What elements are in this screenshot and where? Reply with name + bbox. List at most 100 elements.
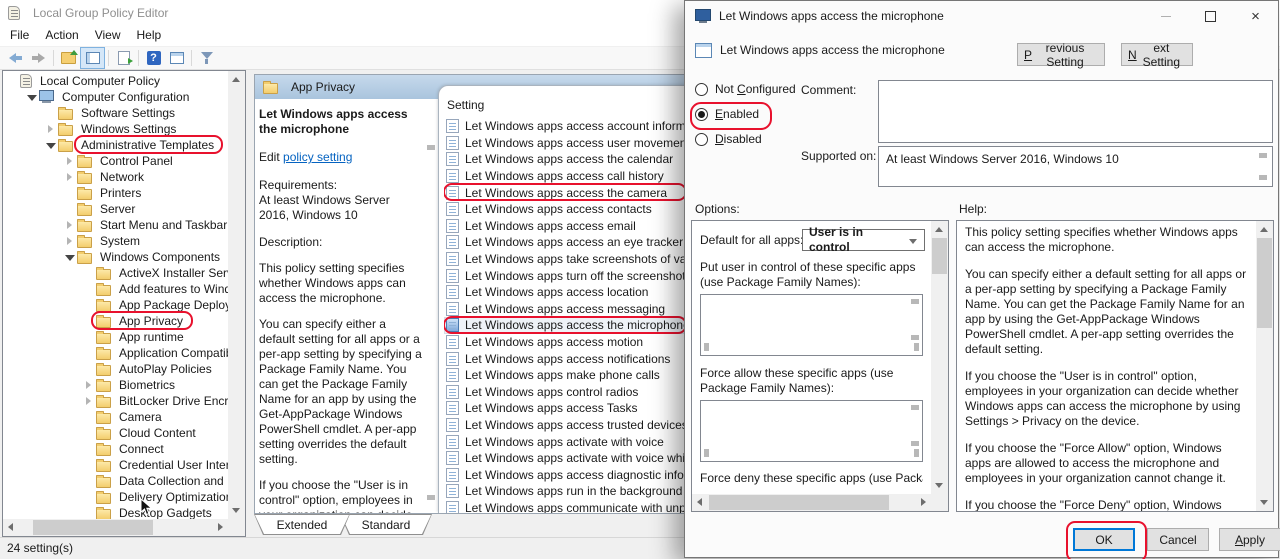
tree-item-app-privacy[interactable]: App Privacy	[3, 313, 228, 329]
setting-item-let-windows-apps-access-an-eye-tracker-device[interactable]: Let Windows apps access an eye tracker d…	[444, 234, 689, 251]
menu-action[interactable]: Action	[37, 25, 86, 46]
tree-item-printers[interactable]: Printers	[3, 185, 228, 201]
chevron-collapsed-icon[interactable]	[64, 217, 75, 233]
scroll-down-icon[interactable]	[232, 508, 240, 513]
setting-item-let-windows-apps-access-trusted-devices[interactable]: Let Windows apps access trusted devices	[444, 417, 689, 434]
tree-item-system[interactable]: System	[3, 233, 228, 249]
scroll-down-icon[interactable]	[427, 495, 435, 500]
tree-item-local-computer-policy[interactable]: Local Computer Policy	[3, 73, 228, 89]
maximize-button[interactable]	[1188, 1, 1233, 31]
put-user-in-control-listbox[interactable]	[700, 294, 923, 356]
chevron-collapsed-icon[interactable]	[45, 121, 56, 137]
scroll-right-icon[interactable]	[921, 498, 926, 506]
tree-item-app-runtime[interactable]: App runtime	[3, 329, 228, 345]
new-window-icon[interactable]	[165, 48, 188, 68]
chevron-expanded-icon[interactable]	[45, 137, 56, 153]
tree-item-server[interactable]: Server	[3, 201, 228, 217]
help-vertical-scrollbar[interactable]	[1256, 221, 1273, 511]
tree-item-biometrics[interactable]: Biometrics	[3, 377, 228, 393]
setting-item-let-windows-apps-take-screenshots-of-various-wi[interactable]: Let Windows apps take screenshots of var…	[444, 251, 689, 268]
tree-item-app-package-deployment[interactable]: App Package Deployment	[3, 297, 228, 313]
tree-item-cloud-content[interactable]: Cloud Content	[3, 425, 228, 441]
settings-column-header[interactable]: Setting	[447, 98, 484, 112]
options-vertical-scrollbar[interactable]	[931, 221, 948, 494]
setting-item-let-windows-apps-turn-off-the-screenshot-border[interactable]: Let Windows apps turn off the screenshot…	[444, 267, 689, 284]
setting-item-let-windows-apps-run-in-the-background[interactable]: Let Windows apps run in the background	[444, 483, 689, 500]
setting-item-let-windows-apps-make-phone-calls[interactable]: Let Windows apps make phone calls	[444, 367, 689, 384]
setting-item-let-windows-apps-access-call-history[interactable]: Let Windows apps access call history	[444, 168, 689, 185]
radio-disabled[interactable]: Disabled	[695, 131, 796, 147]
tree-horizontal-scrollbar[interactable]	[3, 519, 228, 536]
tree-item-camera[interactable]: Camera	[3, 409, 228, 425]
tree-item-activex-installer-service[interactable]: ActiveX Installer Service	[3, 265, 228, 281]
tree-vertical-scrollbar[interactable]	[228, 71, 245, 519]
chevron-collapsed-icon[interactable]	[64, 169, 75, 185]
tab-standard[interactable]: Standard	[340, 514, 432, 535]
chevron-expanded-icon[interactable]	[26, 89, 37, 105]
setting-item-let-windows-apps-access-the-camera[interactable]: Let Windows apps access the camera	[444, 184, 689, 201]
next-setting-button[interactable]: Next Setting	[1121, 43, 1193, 66]
tree-item-windows-settings[interactable]: Windows Settings	[3, 121, 228, 137]
scroll-up-icon[interactable]	[1260, 227, 1268, 232]
tree-item-delivery-optimization[interactable]: Delivery Optimization	[3, 489, 228, 505]
scrollbar-thumb[interactable]	[709, 495, 889, 510]
back-icon[interactable]	[4, 48, 27, 68]
scroll-down-icon[interactable]	[935, 483, 943, 488]
tree-item-network[interactable]: Network	[3, 169, 228, 185]
previous-setting-button[interactable]: Previous Setting	[1017, 43, 1105, 66]
setting-item-let-windows-apps-access-tasks[interactable]: Let Windows apps access Tasks	[444, 400, 689, 417]
scroll-left-icon[interactable]	[8, 523, 13, 531]
tree-item-windows-components[interactable]: Windows Components	[3, 249, 228, 265]
tree-item-desktop-gadgets[interactable]: Desktop Gadgets	[3, 505, 228, 519]
setting-item-let-windows-apps-access-email[interactable]: Let Windows apps access email	[444, 218, 689, 235]
menu-file[interactable]: File	[2, 25, 37, 46]
menu-view[interactable]: View	[87, 25, 129, 46]
comment-input[interactable]	[878, 80, 1273, 143]
options-horizontal-scrollbar[interactable]	[692, 494, 931, 511]
chevron-collapsed-icon[interactable]	[83, 377, 94, 393]
chevron-expanded-icon[interactable]	[64, 249, 75, 265]
tab-extended[interactable]: Extended	[254, 514, 350, 535]
setting-item-let-windows-apps-activate-with-voice[interactable]: Let Windows apps activate with voice	[444, 433, 689, 450]
scrollbar-thumb[interactable]	[33, 520, 153, 535]
radio-enabled[interactable]: Enabled	[695, 106, 796, 122]
edit-policy-setting-link[interactable]: policy setting	[283, 150, 352, 164]
tree-item-autoplay-policies[interactable]: AutoPlay Policies	[3, 361, 228, 377]
show-tree-icon[interactable]	[80, 47, 105, 69]
tree-item-software-settings[interactable]: Software Settings	[3, 105, 228, 121]
tree-item-add-features-to-windows-10[interactable]: Add features to Windows 10	[3, 281, 228, 297]
setting-item-let-windows-apps-access-contacts[interactable]: Let Windows apps access contacts	[444, 201, 689, 218]
tree-item-control-panel[interactable]: Control Panel	[3, 153, 228, 169]
tree-item-credential-user-interface[interactable]: Credential User Interface	[3, 457, 228, 473]
scroll-up-icon[interactable]	[427, 145, 435, 150]
chevron-collapsed-icon[interactable]	[83, 393, 94, 409]
scroll-up-icon[interactable]	[935, 227, 943, 232]
tree-item-computer-configuration[interactable]: Computer Configuration	[3, 89, 228, 105]
filter-icon[interactable]	[195, 48, 218, 68]
setting-item-let-windows-apps-access-notifications[interactable]: Let Windows apps access notifications	[444, 350, 689, 367]
default-for-all-apps-dropdown[interactable]: User is in control	[802, 229, 925, 251]
export-list-icon[interactable]	[112, 48, 135, 68]
chevron-collapsed-icon[interactable]	[64, 233, 75, 249]
setting-item-let-windows-apps-access-location[interactable]: Let Windows apps access location	[444, 284, 689, 301]
tree-item-data-collection-and-preview-b[interactable]: Data Collection and Preview B	[3, 473, 228, 489]
tree-item-application-compatibility[interactable]: Application Compatibility	[3, 345, 228, 361]
apply-button[interactable]: Apply	[1219, 528, 1280, 551]
chevron-collapsed-icon[interactable]	[64, 153, 75, 169]
close-button[interactable]: ×	[1233, 1, 1278, 31]
setting-item-let-windows-apps-control-radios[interactable]: Let Windows apps control radios	[444, 384, 689, 401]
setting-item-let-windows-apps-access-account-information[interactable]: Let Windows apps access account informat…	[444, 118, 689, 135]
tree-item-administrative-templates[interactable]: Administrative Templates	[3, 137, 228, 153]
tree-item-connect[interactable]: Connect	[3, 441, 228, 457]
cancel-button[interactable]: Cancel	[1147, 528, 1209, 551]
ok-button[interactable]: OK	[1073, 528, 1135, 551]
setting-item-let-windows-apps-access-messaging[interactable]: Let Windows apps access messaging	[444, 301, 689, 318]
scroll-left-icon[interactable]	[697, 498, 702, 506]
force-allow-listbox[interactable]	[700, 400, 923, 462]
scroll-up-icon[interactable]	[232, 77, 240, 82]
up-folder-icon[interactable]	[57, 48, 80, 68]
scroll-right-icon[interactable]	[218, 523, 223, 531]
setting-item-let-windows-apps-access-motion[interactable]: Let Windows apps access motion	[444, 334, 689, 351]
setting-item-let-windows-apps-activate-with-voice-while-the-s[interactable]: Let Windows apps activate with voice whi…	[444, 450, 689, 467]
minimize-button[interactable]	[1143, 1, 1188, 31]
